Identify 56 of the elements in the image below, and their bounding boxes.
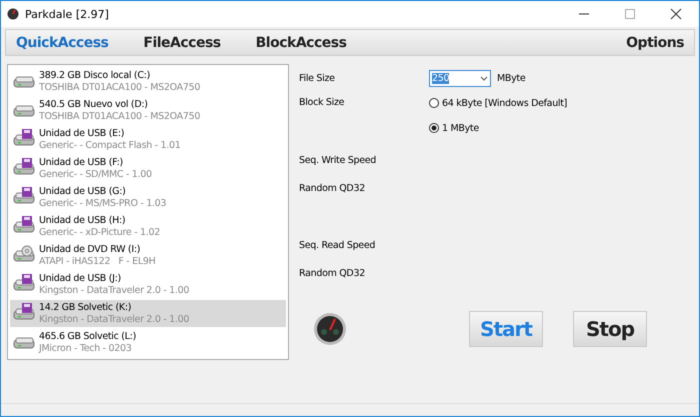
drive-name: Unidad de USB (E:)	[39, 128, 126, 140]
drive-item[interactable]: Unidad de DVD RW (I:) ATAPI - iHAS122 F - EL9H	[10, 242, 286, 269]
result-label: Random QD32	[299, 182, 365, 194]
tab[interactable]: BlockAccess	[256, 34, 346, 50]
floppy-drive-icon	[13, 274, 35, 292]
drive-item[interactable]: 540.5 GB Nuevo vol (D:) TOSHIBA DT01ACA100 - MS2OA750	[10, 97, 286, 124]
drive-detail: TOSHIBA DT01ACA100 - MS2OA750	[39, 110, 200, 122]
drive-detail: TOSHIBA DT01ACA100 - MS2OA750	[39, 82, 200, 94]
floppy-drive-icon	[13, 186, 35, 204]
chevron-down-icon	[480, 76, 488, 80]
drive-detail: JMicron - Tech - 0203	[39, 342, 132, 354]
drive-detail: Generic- - MS/MS-PRO - 1.03	[39, 198, 166, 210]
floppy-drive-icon	[13, 302, 35, 320]
drive-name: 14.2 GB Solvetic (K:)	[39, 302, 132, 314]
drive-name: Unidad de USB (H:)	[39, 214, 126, 226]
drive-item[interactable]: 465.6 GB Solvetic (L:) JMicron - Tech - 0203	[10, 329, 286, 356]
options-menu[interactable]: Options	[626, 34, 684, 50]
speedometer-icon	[311, 312, 349, 346]
drive-item[interactable]: 14.2 GB Solvetic (K:) Kingston - DataTraveler 2.0 - 1.00	[10, 300, 286, 327]
floppy-drive-icon	[13, 128, 35, 146]
file-size-dropdown[interactable]: 250	[429, 70, 491, 86]
result-label: Seq. Read Speed	[299, 240, 376, 250]
drive-name: 389.2 GB Disco local (C:)	[39, 70, 151, 82]
drive-item[interactable]: Unidad de USB (F:) Generic- - SD/MMC - 1.00	[10, 155, 286, 182]
drive-name: Unidad de USB (G:)	[39, 186, 127, 198]
drive-detail: Kingston - DataTraveler 2.0 - 1.00	[39, 314, 190, 326]
drive-item[interactable]: Unidad de USB (J:) Kingston - DataTraveler 2.0 - 1.00	[10, 271, 286, 298]
field-label: Block Size	[299, 96, 346, 110]
gauge-icon	[7, 8, 19, 20]
action-button[interactable]: Stop	[573, 311, 647, 347]
drive-detail: ATAPI - iHAS122 F - EL9H	[39, 256, 156, 268]
floppy-drive-icon	[13, 158, 35, 176]
disc-drive-icon	[13, 244, 35, 262]
tab[interactable]: FileAccess	[143, 34, 221, 50]
drive-detail: Generic- - Compact Flash - 1.01	[39, 140, 180, 152]
drive-name: Unidad de DVD RW (I:)	[39, 244, 142, 256]
drive-item[interactable]: 389.2 GB Disco local (C:) TOSHIBA DT01ACA100 - MS2OA750	[10, 68, 286, 95]
drive-detail: Generic- - SD/MMC - 1.00	[39, 168, 152, 180]
drive-item[interactable]: Unidad de USB (G:) Generic- - MS/MS-PRO - 1.03	[10, 184, 286, 211]
radio-option[interactable]: 64 kByte [Windows Default]	[429, 93, 568, 113]
radio-option[interactable]: 1 MByte	[429, 118, 568, 138]
drive-item[interactable]: Unidad de USB (E:) Generic- - Compact Flash - 1.01	[10, 126, 286, 153]
field-label: File Size	[299, 72, 336, 84]
floppy-drive-icon	[13, 216, 35, 234]
result-label: Seq. Write Speed	[299, 154, 376, 166]
drive-detail: Generic- - xD-Picture - 1.02	[39, 226, 160, 238]
drive-detail: Kingston - DataTraveler 2.0 - 1.00	[39, 284, 190, 296]
tab[interactable]: QuickAccess	[16, 34, 108, 50]
result-label: Random QD32	[299, 268, 365, 278]
unit-label: MByte	[497, 72, 526, 84]
drive-item[interactable]: Unidad de USB (H:) Generic- - xD-Picture - 1.02	[10, 213, 286, 240]
drive-name: 540.5 GB Nuevo vol (D:)	[39, 98, 149, 110]
window-title: Parkdale [2.97]	[25, 8, 109, 20]
drive-name: Unidad de USB (F:)	[39, 156, 124, 168]
drive-name: 465.6 GB Solvetic (L:)	[39, 330, 136, 342]
drive-name: Unidad de USB (J:)	[39, 272, 122, 284]
